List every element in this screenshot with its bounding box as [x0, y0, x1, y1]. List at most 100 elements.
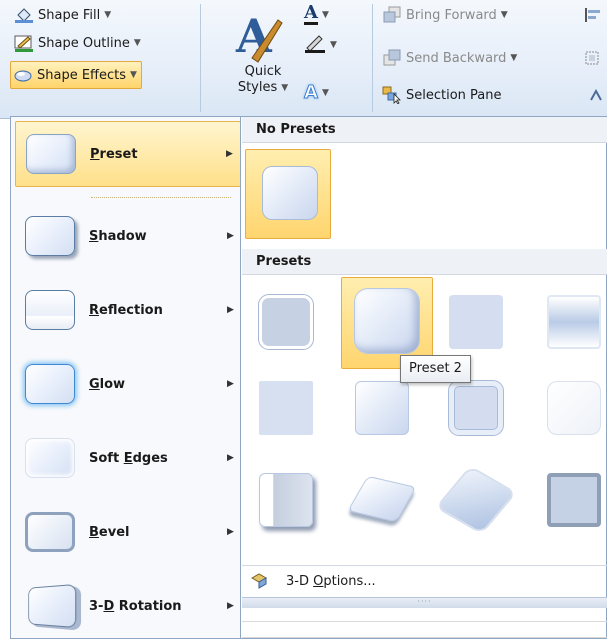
chevron-right-icon: ▶: [227, 601, 234, 611]
preset-12-swatch[interactable]: [537, 463, 607, 537]
shape-effects-label: Shape Effects: [37, 67, 127, 83]
text-fill-icon: A: [304, 2, 318, 25]
quick-styles-icon[interactable]: A: [232, 8, 286, 68]
shape-outline-label: Shape Outline: [38, 35, 130, 51]
menu-item-3d-rotation[interactable]: 3-D Rotation ▶: [15, 573, 241, 639]
chevron-right-icon: ▶: [227, 305, 234, 315]
pen-icon: [14, 34, 34, 52]
chevron-down-icon: ▼: [330, 40, 337, 50]
sheet-gridline: [242, 621, 607, 622]
3d-options-label: 3-D Options...: [286, 573, 376, 589]
quick-styles-label-line1: Quick: [244, 64, 282, 79]
no-preset-swatch[interactable]: [245, 149, 331, 239]
soft-edges-thumb-icon: [25, 438, 75, 478]
shape-outline-button[interactable]: Shape Outline ▼: [14, 32, 141, 54]
chevron-down-icon: ▼: [321, 9, 329, 20]
menu-item-bevel[interactable]: Bevel ▶: [15, 499, 241, 565]
preset-2-shape: [354, 288, 420, 354]
reflection-thumb-icon: [25, 290, 75, 330]
menu-item-preset-label: Preset: [90, 146, 138, 162]
chevron-down-icon: ▼: [104, 10, 112, 20]
preset-8-swatch[interactable]: [537, 371, 607, 445]
chevron-down-icon: ▼: [500, 10, 508, 20]
menu-item-3d-rotation-label: 3-D Rotation: [89, 598, 182, 614]
menu-item-reflection[interactable]: Reflection ▶: [15, 277, 241, 343]
preset-tooltip: Preset 2: [400, 355, 471, 383]
bring-forward-button[interactable]: Bring Forward ▼: [382, 4, 508, 26]
preset-1-shape: [259, 295, 313, 349]
chevron-right-icon: ▶: [226, 149, 233, 159]
bring-forward-label: Bring Forward: [406, 7, 497, 23]
3d-options-item[interactable]: 3-D Options...: [242, 565, 607, 596]
chevron-right-icon: ▶: [227, 527, 234, 537]
text-fill-button[interactable]: A ▼: [304, 4, 329, 25]
send-backward-button[interactable]: Send Backward ▼: [382, 47, 517, 69]
shadow-thumb-icon: [25, 216, 75, 256]
menu-item-reflection-label: Reflection: [89, 302, 163, 318]
ribbon-separator: [372, 4, 373, 112]
shape-effects-button[interactable]: Shape Effects ▼: [10, 61, 142, 89]
selection-pane-icon: [382, 86, 402, 105]
selection-pane-button[interactable]: Selection Pane: [382, 84, 502, 106]
quick-styles-button[interactable]: Quick Styles ▼: [228, 64, 298, 96]
chevron-down-icon: ▼: [510, 53, 518, 63]
menu-item-shadow-label: Shadow: [89, 228, 147, 244]
shape-fill-label: Shape Fill: [38, 7, 101, 23]
menu-item-bevel-label: Bevel: [89, 524, 130, 540]
no-presets-header: No Presets: [242, 117, 607, 143]
preset-6-shape: [355, 381, 409, 435]
send-backward-icon: [382, 49, 402, 67]
menu-separator: [91, 197, 231, 198]
shape-fill-button[interactable]: Shape Fill ▼: [14, 4, 111, 26]
preset-7-shape: [449, 381, 503, 435]
text-outline-button[interactable]: ▼: [304, 33, 337, 57]
preset-9-shape: [259, 473, 313, 527]
chevron-down-icon: ▼: [130, 70, 137, 80]
menu-item-preset[interactable]: Preset ▶: [15, 121, 241, 187]
bevel-thumb-icon: [25, 512, 75, 552]
paint-bucket-icon: [14, 6, 34, 24]
menu-item-glow-label: Glow: [89, 376, 126, 392]
bring-forward-icon: [382, 6, 402, 24]
preset-4-swatch[interactable]: [537, 285, 607, 359]
ribbon: Shape Fill ▼ Shape Outline ▼ Shape Effec…: [0, 0, 607, 119]
menu-item-shadow[interactable]: Shadow ▶: [15, 203, 241, 269]
ribbon-separator: [200, 4, 201, 112]
preset-10-swatch[interactable]: [345, 463, 419, 537]
preset-10-shape: [347, 475, 417, 523]
resize-grip[interactable]: ····: [242, 597, 607, 608]
menu-item-soft-edges-label: Soft Edges: [89, 450, 168, 466]
chevron-down-icon: ▼: [133, 38, 141, 48]
preset-5-swatch[interactable]: [249, 371, 323, 445]
text-outline-icon: [304, 33, 326, 57]
selection-pane-label: Selection Pane: [406, 87, 502, 103]
chevron-right-icon: ▶: [227, 453, 234, 463]
preset-8-shape: [547, 381, 601, 435]
no-preset-shape: [262, 166, 318, 220]
shape-effects-icon: [13, 66, 33, 84]
preset-9-swatch[interactable]: [249, 463, 323, 537]
text-effects-button[interactable]: A ▼: [304, 82, 329, 104]
text-effects-icon: A: [304, 82, 319, 104]
menu-item-soft-edges[interactable]: Soft Edges ▶: [15, 425, 241, 491]
glow-thumb-icon: [25, 364, 75, 404]
preset-thumb-icon: [26, 134, 76, 174]
send-backward-label: Send Backward: [406, 50, 507, 66]
preset-1-swatch[interactable]: [249, 285, 323, 359]
quick-styles-label-line2: Styles: [237, 80, 278, 95]
chevron-down-icon: ▼: [281, 83, 289, 93]
preset-3-shape: [449, 295, 503, 349]
preset-11-shape: [434, 465, 518, 535]
align-icon[interactable]: [584, 8, 602, 22]
menu-item-glow[interactable]: Glow ▶: [15, 351, 241, 417]
preset-3-swatch[interactable]: [439, 285, 513, 359]
group-icon[interactable]: [584, 50, 602, 66]
shape-effects-menu: Preset ▶ Shadow ▶ Reflection ▶ Glow ▶ So…: [10, 116, 244, 639]
menu-gutter: [11, 117, 13, 638]
3d-options-icon: [250, 572, 270, 590]
preset-5-shape: [259, 381, 313, 435]
sheet-gridline: [242, 637, 607, 638]
rotate-icon[interactable]: [588, 88, 604, 104]
chevron-right-icon: ▶: [227, 379, 234, 389]
preset-11-swatch[interactable]: [434, 463, 518, 537]
